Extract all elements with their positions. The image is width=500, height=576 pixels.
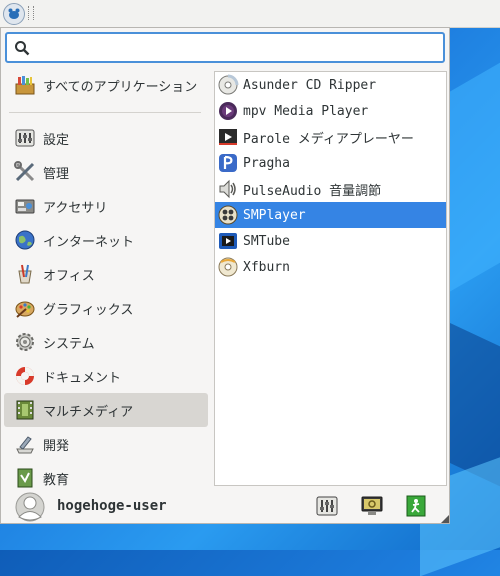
category-separator bbox=[9, 112, 201, 113]
application-list: Asunder CD Ripper mpv Media Player Parol… bbox=[214, 71, 447, 486]
settings-manager-icon[interactable] bbox=[315, 494, 339, 518]
category-system[interactable]: システム bbox=[4, 325, 208, 359]
help-lifebuoy-icon bbox=[16, 367, 34, 385]
app-asunder-cd-ripper[interactable]: Asunder CD Ripper bbox=[215, 72, 446, 98]
category-label: オフィス bbox=[43, 268, 95, 284]
category-list: すべてのアプリケーション 設定 管理 アクセサリ インターネット オフィス グラ… bbox=[1, 68, 213, 495]
resize-grip[interactable] bbox=[441, 515, 449, 523]
logout-icon[interactable] bbox=[404, 494, 428, 518]
system-gear-icon bbox=[16, 333, 34, 351]
menu-footer: hogehoge-user bbox=[1, 486, 451, 525]
category-label: すべてのアプリケーション bbox=[43, 79, 198, 95]
cd-icon bbox=[218, 74, 239, 95]
category-office[interactable]: オフィス bbox=[4, 257, 208, 291]
multimedia-film-icon bbox=[16, 400, 34, 420]
category-label: 管理 bbox=[43, 166, 70, 182]
category-label: システム bbox=[43, 336, 95, 352]
category-admin[interactable]: 管理 bbox=[4, 155, 208, 189]
accessories-icon bbox=[15, 199, 35, 214]
category-all-apps[interactable]: すべてのアプリケーション bbox=[4, 68, 208, 102]
app-label: mpv Media Player bbox=[243, 103, 369, 119]
search-icon bbox=[15, 41, 30, 56]
app-pulseaudio-volume[interactable]: PulseAudio 音量調節 bbox=[215, 176, 446, 202]
all-apps-icon bbox=[15, 76, 35, 95]
disc-burn-icon bbox=[218, 257, 238, 277]
pragha-icon bbox=[219, 154, 237, 172]
whisker-menu-button[interactable] bbox=[3, 3, 25, 25]
internet-globe-icon bbox=[15, 230, 35, 250]
category-documentation[interactable]: ドキュメント bbox=[4, 359, 208, 393]
app-parole[interactable]: Parole メディアプレーヤー bbox=[215, 124, 446, 150]
settings-icon bbox=[15, 129, 35, 147]
speaker-icon bbox=[219, 179, 236, 199]
user-avatar-icon bbox=[15, 492, 45, 522]
app-label: SMPlayer bbox=[243, 207, 306, 223]
office-icon bbox=[18, 264, 32, 284]
parole-player-icon bbox=[219, 129, 237, 145]
search-input[interactable] bbox=[37, 37, 441, 59]
whisker-menu: すべてのアプリケーション 設定 管理 アクセサリ インターネット オフィス グラ… bbox=[0, 27, 450, 524]
category-label: グラフィックス bbox=[43, 302, 134, 318]
category-label: 教育 bbox=[43, 472, 70, 488]
app-xfburn[interactable]: Xfburn bbox=[215, 254, 446, 280]
app-label: Pragha bbox=[243, 155, 290, 171]
username: hogehoge-user bbox=[57, 498, 167, 514]
app-label: Parole メディアプレーヤー bbox=[243, 131, 414, 147]
xfce-mouse-icon bbox=[8, 8, 20, 19]
category-label: インターネット bbox=[43, 234, 135, 250]
app-mpv-media-player[interactable]: mpv Media Player bbox=[215, 98, 446, 124]
category-multimedia[interactable]: マルチメディア bbox=[4, 393, 208, 427]
app-label: SMTube bbox=[243, 233, 290, 249]
graphics-palette-icon bbox=[15, 301, 35, 318]
category-label: 設定 bbox=[43, 132, 70, 148]
category-label: マルチメディア bbox=[43, 404, 134, 420]
development-icon bbox=[16, 436, 34, 454]
panel-drag-handle[interactable] bbox=[28, 6, 34, 20]
category-accessories[interactable]: アクセサリ bbox=[4, 189, 208, 223]
category-label: 開発 bbox=[43, 438, 70, 454]
category-internet[interactable]: インターネット bbox=[4, 223, 208, 257]
category-graphics[interactable]: グラフィックス bbox=[4, 291, 208, 325]
mpv-icon bbox=[219, 102, 237, 120]
search-box[interactable] bbox=[5, 32, 445, 63]
lock-screen-icon[interactable] bbox=[360, 494, 384, 518]
app-label: PulseAudio 音量調節 bbox=[243, 183, 382, 199]
app-pragha[interactable]: Pragha bbox=[215, 150, 446, 176]
category-label: ドキュメント bbox=[43, 370, 122, 386]
top-panel bbox=[0, 0, 500, 28]
app-label: Asunder CD Ripper bbox=[243, 77, 377, 93]
category-settings[interactable]: 設定 bbox=[4, 121, 208, 155]
category-development[interactable]: 開発 bbox=[4, 427, 208, 461]
app-smplayer[interactable]: SMPlayer bbox=[215, 202, 446, 228]
smplayer-icon bbox=[218, 205, 238, 225]
smtube-icon bbox=[219, 233, 237, 249]
category-label: アクセサリ bbox=[43, 200, 108, 216]
admin-tools-icon bbox=[14, 161, 35, 182]
app-smtube[interactable]: SMTube bbox=[215, 228, 446, 254]
app-label: Xfburn bbox=[243, 259, 290, 275]
